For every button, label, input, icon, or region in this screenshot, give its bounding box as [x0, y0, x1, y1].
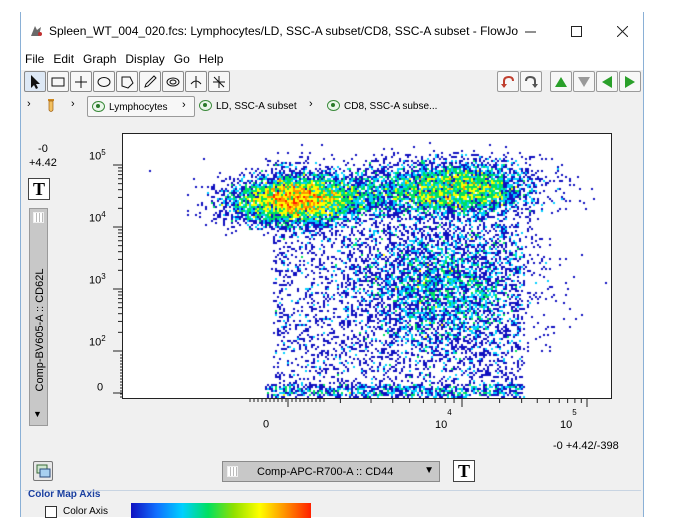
breadcrumb-separator: ›: [309, 98, 313, 110]
gate-icon: [199, 100, 212, 111]
undo-icon: [501, 75, 514, 88]
pointer-tool-button[interactable]: [24, 71, 46, 92]
density-plot-canvas[interactable]: [123, 134, 611, 398]
breadcrumb-item-cd8-label: CD8, SSC-A subse...: [344, 101, 438, 112]
color-scale-bar: [131, 503, 311, 518]
minimize-icon: [524, 31, 536, 32]
chevron-down-icon: ▼: [424, 465, 434, 476]
rectangle-gate-button[interactable]: [47, 71, 69, 92]
spider-gate-icon: [166, 77, 180, 87]
minimize-button[interactable]: [507, 12, 553, 50]
pencil-gate-button[interactable]: [139, 71, 161, 92]
x-axis-text-button[interactable]: T: [453, 460, 475, 482]
plot-options-button[interactable]: [33, 461, 53, 481]
x-axis-parameter-select[interactable]: Comp-APC-R700-A :: CD44 ▼: [222, 461, 440, 482]
menu-go[interactable]: Go: [170, 50, 195, 70]
y-readout-line-1: -0: [38, 143, 48, 155]
range-gate-icon: [190, 76, 202, 88]
breadcrumb-separator: ›: [71, 98, 75, 110]
dot-plot-area[interactable]: [122, 133, 612, 399]
flowjo-window: Spleen_WT_004_020.fcs: Lymphocytes/LD, S…: [20, 12, 644, 518]
close-button[interactable]: [599, 12, 645, 50]
left-arrow-icon: [602, 76, 612, 88]
polygon-gate-icon: [121, 76, 134, 89]
gate-breadcrumb: › › Lymphocytes › LD, SSC-A subset › CD8…: [21, 96, 643, 118]
cursor-coordinates-readout: -0 +4.42/-398: [553, 440, 619, 452]
ellipse-gate-icon: [97, 77, 111, 87]
split-gate-button[interactable]: [208, 71, 230, 92]
x-tick-label: 0: [263, 418, 270, 431]
next-sample-button[interactable]: [619, 71, 641, 92]
color-axis-checkbox[interactable]: [45, 506, 57, 518]
breadcrumb-current-gate[interactable]: Lymphocytes ›: [87, 96, 195, 117]
y-axis-parameter-select[interactable]: Comp-BV605-A :: CD62L ▼: [29, 208, 48, 426]
pencil-gate-icon: [144, 75, 157, 88]
ellipse-gate-button[interactable]: [93, 71, 115, 92]
gate-toolbar: [21, 70, 643, 94]
y-axis-ticks: [113, 164, 123, 398]
y-position-readout: -0 +4.42: [29, 142, 57, 170]
color-map-axis-title: Color Map Axis: [28, 489, 101, 500]
previous-node-up-button[interactable]: [550, 71, 572, 92]
breadcrumb-item-ld-label: LD, SSC-A subset: [216, 101, 297, 112]
polygon-gate-button[interactable]: [116, 71, 138, 92]
y-tick-label: 103: [89, 272, 106, 287]
gate-icon: [92, 101, 105, 112]
menu-bar: File Edit Graph Display Go Help: [21, 50, 643, 70]
spider-gate-button[interactable]: [162, 71, 184, 92]
next-node-down-button[interactable]: [573, 71, 595, 92]
x-tick-label: 104: [435, 408, 452, 431]
sample-tube-icon[interactable]: [47, 99, 55, 113]
y-axis-parameter-label: Comp-BV605-A :: CD62L: [34, 268, 46, 392]
y-tick-label: 102: [89, 334, 106, 349]
y-tick-label: 104: [89, 210, 106, 225]
split-gate-icon: [213, 76, 225, 88]
y-tick-label: 0: [97, 381, 104, 394]
flowjo-app-icon: [31, 26, 42, 36]
menu-help[interactable]: Help: [195, 50, 229, 70]
quadrant-gate-button[interactable]: [70, 71, 92, 92]
breadcrumb-item-cd8[interactable]: CD8, SSC-A subse...: [327, 100, 437, 112]
parameter-grid-icon: [33, 212, 44, 223]
right-arrow-icon: [625, 76, 635, 88]
breadcrumb-item-lymphocytes-wrap: Lymphocytes: [92, 101, 168, 113]
range-gate-button[interactable]: [185, 71, 207, 92]
window-title: Spleen_WT_004_020.fcs: Lymphocytes/LD, S…: [49, 24, 519, 38]
menu-edit[interactable]: Edit: [49, 50, 79, 70]
color-map-axis-panel: Color Map Axis Color Axis: [25, 489, 641, 518]
maximize-button[interactable]: [553, 12, 599, 50]
previous-sample-button[interactable]: [596, 71, 618, 92]
layout-icon: [36, 464, 51, 478]
chevron-down-icon: ▼: [33, 409, 42, 419]
maximize-icon: [570, 25, 582, 37]
rectangle-gate-icon: [51, 77, 65, 87]
up-arrow-icon: [555, 77, 567, 87]
pointer-tool-icon: [31, 75, 40, 89]
menu-display[interactable]: Display: [121, 50, 169, 70]
menu-file[interactable]: File: [21, 50, 49, 70]
breadcrumb-dropdown-arrow[interactable]: ›: [182, 99, 186, 111]
close-icon: [616, 25, 628, 37]
redo-button[interactable]: [520, 71, 542, 92]
parameter-grid-icon: [227, 466, 238, 477]
breadcrumb-item-lymphocytes: Lymphocytes: [109, 102, 168, 113]
breadcrumb-item-ld[interactable]: LD, SSC-A subset: [199, 100, 297, 112]
x-axis-parameter-label: Comp-APC-R700-A :: CD44: [257, 466, 394, 478]
breadcrumb-expand-arrow[interactable]: ›: [27, 98, 31, 110]
quadrant-gate-icon: [75, 76, 87, 88]
y-axis-text-button[interactable]: T: [28, 178, 50, 200]
x-tick-label: 105: [560, 408, 577, 431]
down-arrow-icon: [578, 77, 590, 87]
y-readout-line-2: +4.42: [29, 157, 57, 169]
color-axis-checkbox-label: Color Axis: [63, 506, 109, 517]
menu-graph[interactable]: Graph: [79, 50, 121, 70]
undo-button[interactable]: [497, 71, 519, 92]
gate-icon: [327, 100, 340, 111]
redo-icon: [525, 75, 538, 88]
title-bar[interactable]: Spleen_WT_004_020.fcs: Lymphocytes/LD, S…: [21, 12, 643, 50]
y-tick-label: 105: [89, 148, 106, 163]
